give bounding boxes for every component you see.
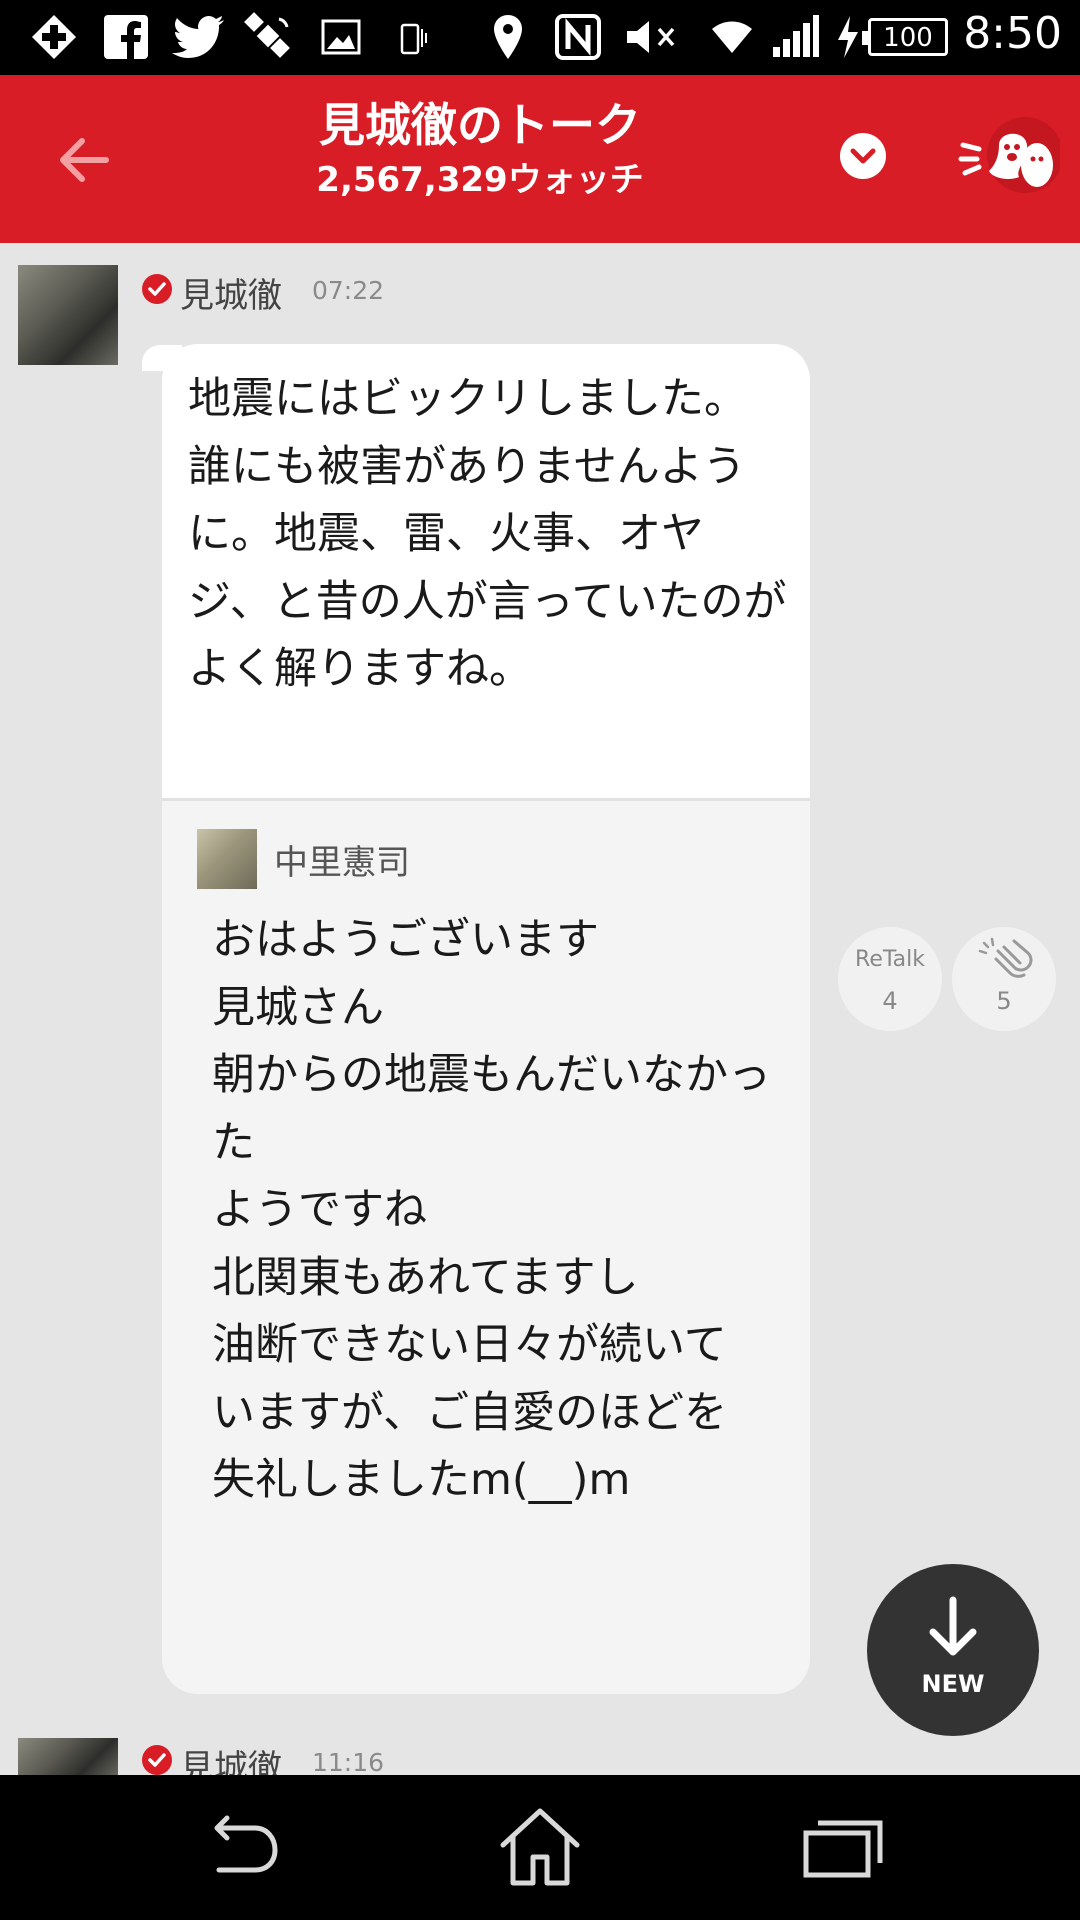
clap-count: 5 <box>996 987 1012 1015</box>
verified-icon <box>142 274 172 304</box>
battery-icon: 100 <box>862 10 950 64</box>
clap-icon <box>978 937 1033 978</box>
message-time: 11:16 <box>312 1748 385 1777</box>
message-bubble[interactable]: 地震にはビックリしました。誰にも被害がありませんように。地震、雷、火事、オヤジ、… <box>162 344 810 1694</box>
back-nav-icon <box>214 1815 278 1873</box>
nfc-icon <box>552 10 604 64</box>
home-nav-button[interactable] <box>495 1805 585 1890</box>
new-messages-button[interactable]: NEW <box>867 1564 1039 1736</box>
watch-count: 2,567,329ウォッチ <box>316 160 644 200</box>
message-time: 07:22 <box>312 276 385 305</box>
new-button-label: NEW <box>921 1670 985 1698</box>
avatar[interactable] <box>18 1738 118 1778</box>
retalk-button[interactable]: ReTalk 4 <box>838 927 942 1031</box>
recents-nav-button[interactable] <box>800 1813 890 1883</box>
retalk-count: 4 <box>882 987 898 1015</box>
system-nav-bar <box>0 1775 1080 1920</box>
recents-nav-icon <box>803 1820 883 1878</box>
quote-sender-name: 中里憲司 <box>274 843 410 883</box>
image-icon <box>318 10 364 64</box>
add-icon <box>28 10 80 64</box>
arrow-left-icon <box>60 138 109 182</box>
chevron-down-icon <box>850 148 876 164</box>
back-nav-button[interactable] <box>195 1810 285 1885</box>
sender-name: 見城徹 <box>180 276 282 316</box>
location-icon <box>490 10 526 64</box>
quote-text: おはようございます 見城さん 朝からの地震もんだいなかった ようですね 北関東も… <box>212 915 771 1505</box>
back-button[interactable] <box>50 125 120 195</box>
arrow-down-icon <box>929 1596 977 1656</box>
mute-icon <box>624 10 680 64</box>
wifi-icon <box>706 10 758 64</box>
mascot-icon <box>958 117 1063 193</box>
quote-avatar[interactable] <box>197 829 257 889</box>
retalk-label: ReTalk <box>855 947 925 972</box>
twitter-icon <box>168 10 228 64</box>
facebook-icon <box>100 10 152 64</box>
clap-button[interactable]: 5 <box>952 927 1056 1031</box>
satellite-icon <box>240 10 298 64</box>
header-title-block: 見城徹のトーク 2,567,329ウォッチ <box>230 95 730 205</box>
avatar[interactable] <box>18 265 118 365</box>
verified-icon <box>142 1745 172 1775</box>
status-bar: 100 8:50 <box>0 0 1080 75</box>
message-text: 地震にはビックリしました。誰にも被害がありませんように。地震、雷、火事、オヤジ、… <box>188 374 787 694</box>
app-header: 見城徹のトーク 2,567,329ウォッチ <box>0 75 1080 243</box>
home-nav-icon <box>500 1808 580 1886</box>
clock: 8:50 <box>963 8 1062 59</box>
battery-level: 100 <box>883 23 933 53</box>
signal-icon <box>772 10 820 64</box>
page-title: 見城徹のトーク <box>319 98 641 152</box>
charging-icon <box>834 10 862 64</box>
dropdown-button[interactable] <box>840 133 886 179</box>
mascot-button[interactable] <box>955 115 1063 215</box>
quoted-reply[interactable]: 中里憲司 おはようございます 見城さん 朝からの地震もんだいなかった ようですね… <box>162 798 810 1694</box>
phone-vibrate-icon <box>396 10 430 64</box>
